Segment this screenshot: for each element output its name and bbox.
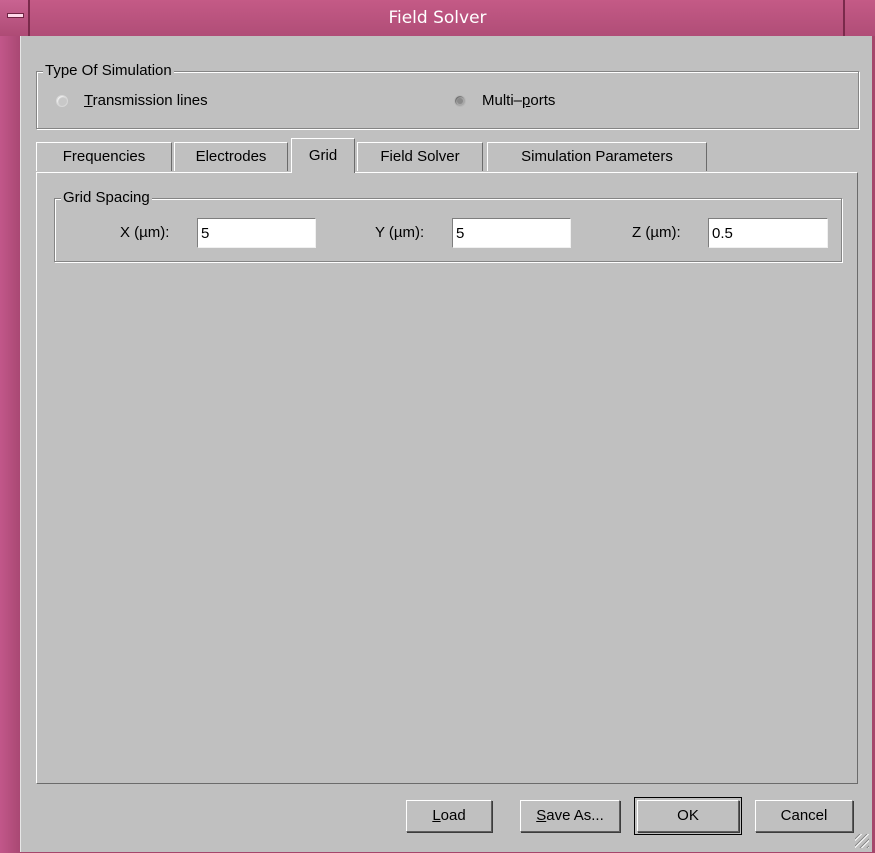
window-title: Field Solver — [388, 8, 487, 28]
load-button[interactable]: Load — [406, 800, 492, 832]
title-bar[interactable]: Field Solver — [0, 0, 875, 37]
z-spacing-input[interactable] — [708, 218, 828, 248]
tab-electrodes[interactable]: Electrodes — [174, 142, 288, 171]
titlebar-separator — [843, 0, 845, 36]
x-spacing-input[interactable] — [197, 218, 316, 248]
window-frame-left[interactable] — [0, 36, 20, 853]
save-as-button[interactable]: Save As... — [520, 800, 620, 832]
y-spacing-label: Y (µm): — [375, 224, 425, 241]
tab-grid[interactable]: Grid — [291, 138, 355, 173]
x-spacing-label: X (µm): — [120, 224, 170, 241]
ok-button[interactable]: OK — [634, 797, 742, 835]
tab-frequencies[interactable]: Frequencies — [36, 142, 172, 171]
transmission-lines-radio[interactable] — [56, 95, 68, 107]
field-solver-window: Field Solver Type Of Simulation Transmis… — [0, 0, 875, 853]
y-spacing-input[interactable] — [452, 218, 571, 248]
resize-grip-icon[interactable] — [855, 834, 869, 848]
tab-simulation-parameters[interactable]: Simulation Parameters — [487, 142, 707, 171]
tab-field-solver[interactable]: Field Solver — [357, 142, 483, 171]
transmission-lines-label[interactable]: Transmission lines — [84, 92, 208, 110]
grid-tab-panel — [36, 172, 858, 784]
simulation-type-legend: Type Of Simulation — [43, 62, 174, 80]
multi-ports-radio[interactable] — [454, 95, 466, 107]
cancel-button[interactable]: Cancel — [755, 800, 853, 832]
z-spacing-label: Z (µm): — [632, 224, 681, 241]
grid-spacing-legend: Grid Spacing — [61, 189, 152, 207]
multi-ports-label[interactable]: Multi–ports — [482, 92, 555, 110]
